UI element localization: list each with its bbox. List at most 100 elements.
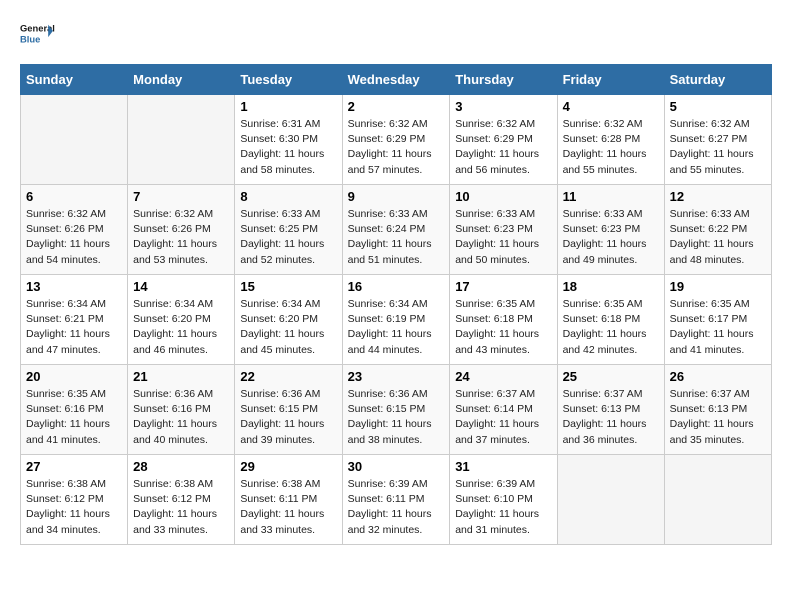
col-header-monday: Monday <box>128 65 235 95</box>
calendar-cell: 6 Sunrise: 6:32 AM Sunset: 6:26 PM Daylig… <box>21 185 128 275</box>
day-number: 31 <box>455 459 551 474</box>
day-number: 4 <box>563 99 659 114</box>
calendar-cell: 15 Sunrise: 6:34 AM Sunset: 6:20 PM Dayli… <box>235 275 342 365</box>
week-row-2: 6 Sunrise: 6:32 AM Sunset: 6:26 PM Daylig… <box>21 185 772 275</box>
day-number: 2 <box>348 99 445 114</box>
calendar-cell: 3 Sunrise: 6:32 AM Sunset: 6:29 PM Daylig… <box>450 95 557 185</box>
day-detail: Sunrise: 6:37 AM Sunset: 6:13 PM Dayligh… <box>670 387 766 448</box>
day-detail: Sunrise: 6:34 AM Sunset: 6:20 PM Dayligh… <box>240 297 336 358</box>
calendar-cell: 22 Sunrise: 6:36 AM Sunset: 6:15 PM Dayli… <box>235 365 342 455</box>
calendar-cell: 10Sunrise: 6:33 AM Sunset: 6:23 PM Dayli… <box>450 185 557 275</box>
day-number: 14 <box>133 279 229 294</box>
day-number: 17 <box>455 279 551 294</box>
week-row-4: 20 Sunrise: 6:35 AM Sunset: 6:16 PM Dayli… <box>21 365 772 455</box>
col-header-friday: Friday <box>557 65 664 95</box>
calendar-cell <box>557 455 664 545</box>
calendar-cell: 13 Sunrise: 6:34 AM Sunset: 6:21 PM Dayli… <box>21 275 128 365</box>
day-detail: Sunrise: 6:36 AM Sunset: 6:16 PM Dayligh… <box>133 387 229 448</box>
col-header-tuesday: Tuesday <box>235 65 342 95</box>
day-number: 5 <box>670 99 766 114</box>
day-number: 16 <box>348 279 445 294</box>
day-detail: Sunrise: 6:33 AM Sunset: 6:23 PM Dayligh… <box>455 207 551 268</box>
day-number: 12 <box>670 189 766 204</box>
calendar-cell <box>21 95 128 185</box>
day-number: 9 <box>348 189 445 204</box>
day-detail: Sunrise: 6:32 AM Sunset: 6:26 PM Dayligh… <box>133 207 229 268</box>
day-number: 19 <box>670 279 766 294</box>
day-detail: Sunrise: 6:31 AM Sunset: 6:30 PM Dayligh… <box>240 117 336 178</box>
day-detail: Sunrise: 6:33 AM Sunset: 6:24 PM Dayligh… <box>348 207 445 268</box>
week-row-5: 27 Sunrise: 6:38 AM Sunset: 6:12 PM Dayli… <box>21 455 772 545</box>
svg-text:Blue: Blue <box>20 34 40 45</box>
calendar-cell: 9 Sunrise: 6:33 AM Sunset: 6:24 PM Daylig… <box>342 185 450 275</box>
day-number: 30 <box>348 459 445 474</box>
day-detail: Sunrise: 6:34 AM Sunset: 6:20 PM Dayligh… <box>133 297 229 358</box>
day-detail: Sunrise: 6:32 AM Sunset: 6:29 PM Dayligh… <box>455 117 551 178</box>
page-header: General Blue <box>20 20 772 48</box>
col-header-thursday: Thursday <box>450 65 557 95</box>
calendar-cell: 4Sunrise: 6:32 AM Sunset: 6:28 PM Daylig… <box>557 95 664 185</box>
day-detail: Sunrise: 6:38 AM Sunset: 6:12 PM Dayligh… <box>26 477 122 538</box>
calendar-cell <box>128 95 235 185</box>
day-number: 3 <box>455 99 551 114</box>
calendar-cell: 28Sunrise: 6:38 AM Sunset: 6:12 PM Dayli… <box>128 455 235 545</box>
calendar-cell: 2Sunrise: 6:32 AM Sunset: 6:29 PM Daylig… <box>342 95 450 185</box>
calendar-cell: 31 Sunrise: 6:39 AM Sunset: 6:10 PM Dayli… <box>450 455 557 545</box>
col-header-sunday: Sunday <box>21 65 128 95</box>
day-number: 6 <box>26 189 122 204</box>
calendar-cell: 23 Sunrise: 6:36 AM Sunset: 6:15 PM Dayli… <box>342 365 450 455</box>
day-detail: Sunrise: 6:35 AM Sunset: 6:16 PM Dayligh… <box>26 387 122 448</box>
day-number: 24 <box>455 369 551 384</box>
calendar-cell: 14 Sunrise: 6:34 AM Sunset: 6:20 PM Dayli… <box>128 275 235 365</box>
day-detail: Sunrise: 6:33 AM Sunset: 6:22 PM Dayligh… <box>670 207 766 268</box>
day-number: 13 <box>26 279 122 294</box>
day-detail: Sunrise: 6:34 AM Sunset: 6:21 PM Dayligh… <box>26 297 122 358</box>
day-number: 18 <box>563 279 659 294</box>
calendar-cell: 5Sunrise: 6:32 AM Sunset: 6:27 PM Daylig… <box>664 95 771 185</box>
col-header-saturday: Saturday <box>664 65 771 95</box>
calendar-cell: 8 Sunrise: 6:33 AM Sunset: 6:25 PM Daylig… <box>235 185 342 275</box>
calendar-cell: 18 Sunrise: 6:35 AM Sunset: 6:18 PM Dayli… <box>557 275 664 365</box>
day-detail: Sunrise: 6:32 AM Sunset: 6:26 PM Dayligh… <box>26 207 122 268</box>
day-detail: Sunrise: 6:35 AM Sunset: 6:18 PM Dayligh… <box>563 297 659 358</box>
day-detail: Sunrise: 6:33 AM Sunset: 6:23 PM Dayligh… <box>563 207 659 268</box>
day-number: 15 <box>240 279 336 294</box>
day-detail: Sunrise: 6:33 AM Sunset: 6:25 PM Dayligh… <box>240 207 336 268</box>
calendar-cell: 1 Sunrise: 6:31 AM Sunset: 6:30 PM Daylig… <box>235 95 342 185</box>
calendar-cell: 21 Sunrise: 6:36 AM Sunset: 6:16 PM Dayli… <box>128 365 235 455</box>
day-number: 23 <box>348 369 445 384</box>
calendar-cell <box>664 455 771 545</box>
day-number: 28 <box>133 459 229 474</box>
day-detail: Sunrise: 6:38 AM Sunset: 6:11 PM Dayligh… <box>240 477 336 538</box>
day-detail: Sunrise: 6:39 AM Sunset: 6:10 PM Dayligh… <box>455 477 551 538</box>
day-number: 29 <box>240 459 336 474</box>
day-detail: Sunrise: 6:36 AM Sunset: 6:15 PM Dayligh… <box>348 387 445 448</box>
day-number: 8 <box>240 189 336 204</box>
day-number: 27 <box>26 459 122 474</box>
week-row-3: 13 Sunrise: 6:34 AM Sunset: 6:21 PM Dayli… <box>21 275 772 365</box>
day-detail: Sunrise: 6:36 AM Sunset: 6:15 PM Dayligh… <box>240 387 336 448</box>
day-detail: Sunrise: 6:39 AM Sunset: 6:11 PM Dayligh… <box>348 477 445 538</box>
calendar-cell: 17Sunrise: 6:35 AM Sunset: 6:18 PM Dayli… <box>450 275 557 365</box>
calendar-cell: 29 Sunrise: 6:38 AM Sunset: 6:11 PM Dayli… <box>235 455 342 545</box>
day-number: 25 <box>563 369 659 384</box>
calendar-cell: 20 Sunrise: 6:35 AM Sunset: 6:16 PM Dayli… <box>21 365 128 455</box>
calendar-cell: 7Sunrise: 6:32 AM Sunset: 6:26 PM Daylig… <box>128 185 235 275</box>
calendar-cell: 27 Sunrise: 6:38 AM Sunset: 6:12 PM Dayli… <box>21 455 128 545</box>
day-detail: Sunrise: 6:35 AM Sunset: 6:17 PM Dayligh… <box>670 297 766 358</box>
week-row-1: 1 Sunrise: 6:31 AM Sunset: 6:30 PM Daylig… <box>21 95 772 185</box>
calendar-table: SundayMondayTuesdayWednesdayThursdayFrid… <box>20 64 772 545</box>
calendar-cell: 19 Sunrise: 6:35 AM Sunset: 6:17 PM Dayli… <box>664 275 771 365</box>
calendar-cell: 25 Sunrise: 6:37 AM Sunset: 6:13 PM Dayli… <box>557 365 664 455</box>
calendar-cell: 30 Sunrise: 6:39 AM Sunset: 6:11 PM Dayli… <box>342 455 450 545</box>
day-number: 20 <box>26 369 122 384</box>
day-number: 1 <box>240 99 336 114</box>
calendar-cell: 24Sunrise: 6:37 AM Sunset: 6:14 PM Dayli… <box>450 365 557 455</box>
logo-icon: General Blue <box>20 20 56 48</box>
day-detail: Sunrise: 6:37 AM Sunset: 6:13 PM Dayligh… <box>563 387 659 448</box>
calendar-cell: 11Sunrise: 6:33 AM Sunset: 6:23 PM Dayli… <box>557 185 664 275</box>
day-number: 22 <box>240 369 336 384</box>
day-number: 26 <box>670 369 766 384</box>
calendar-cell: 12 Sunrise: 6:33 AM Sunset: 6:22 PM Dayli… <box>664 185 771 275</box>
day-number: 21 <box>133 369 229 384</box>
